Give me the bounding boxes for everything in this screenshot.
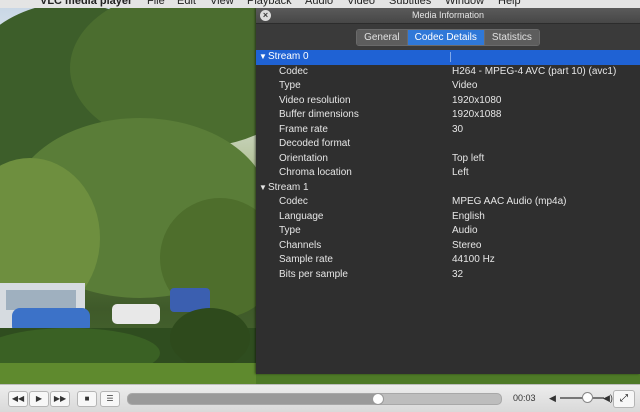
panel-title: Media Information	[411, 10, 485, 20]
disclosure-down-icon[interactable]: ▼	[259, 50, 267, 65]
disclosure-down-icon[interactable]: ▼	[259, 181, 267, 196]
tab-statistics[interactable]: Statistics	[484, 29, 539, 45]
playlist-icon[interactable]: ☰	[100, 391, 120, 407]
menu-help[interactable]: Help	[498, 0, 521, 8]
field-value: 1920x1088	[452, 109, 502, 120]
table-row[interactable]: Frame rate 30	[256, 123, 640, 138]
field-key: Codec	[279, 196, 308, 207]
menu-bar: VLC media player File Edit View Playback…	[0, 0, 640, 8]
media-information-panel: × Media Information General Codec Detail…	[256, 8, 640, 374]
playback-controls: ◀◀ ▶ ▶▶ ■ ☰ 00:03 ◀ ◀) ⤢	[0, 384, 640, 412]
field-value: MPEG AAC Audio (mp4a)	[452, 196, 567, 207]
menu-audio[interactable]: Audio	[305, 0, 333, 8]
stream-label: Stream 0	[268, 51, 309, 62]
volume-high-icon[interactable]: ◀)	[603, 393, 613, 404]
field-value: Stereo	[452, 239, 482, 251]
field-value: 1920x1080	[452, 94, 502, 106]
table-row[interactable]: Sample rate 44100 Hz	[256, 253, 640, 268]
field-value: Left	[452, 167, 469, 178]
field-value: 32	[452, 268, 464, 280]
stream-label: Stream 1	[268, 181, 309, 193]
tab-general[interactable]: General	[357, 29, 408, 45]
menu-edit[interactable]: Edit	[177, 0, 196, 8]
elapsed-time: 00:03	[513, 393, 536, 403]
stop-icon[interactable]: ■	[77, 391, 97, 407]
panel-titlebar[interactable]: × Media Information	[256, 8, 640, 24]
table-row[interactable]: Language English	[256, 210, 640, 225]
seek-progress	[128, 394, 378, 404]
table-row[interactable]: Type Video	[256, 79, 640, 94]
table-row[interactable]: Codec MPEG AAC Audio (mp4a)	[256, 195, 640, 210]
menu-subtitles[interactable]: Subtitles	[389, 0, 431, 8]
table-row[interactable]: Buffer dimensions 1920x1088	[256, 108, 640, 123]
field-key: Chroma location	[279, 167, 352, 178]
menu-file[interactable]: File	[147, 0, 165, 8]
field-key: Sample rate	[279, 254, 333, 265]
table-row[interactable]: Decoded format	[256, 137, 640, 152]
field-key: Channels	[279, 239, 322, 251]
table-row[interactable]: Video resolution 1920x1080	[256, 94, 640, 109]
stream-0-row[interactable]: ▼ Stream 0	[256, 50, 640, 65]
field-value: English	[452, 210, 485, 222]
volume-low-icon[interactable]: ◀	[549, 393, 556, 404]
tab-group: General Codec Details Statistics	[356, 28, 540, 46]
table-row[interactable]: Bits per sample 32	[256, 268, 640, 283]
rewind-icon[interactable]: ◀◀	[8, 391, 28, 407]
field-value: Audio	[452, 225, 478, 236]
field-value: Video	[452, 80, 478, 91]
field-value: 44100 Hz	[452, 254, 495, 265]
field-key: Orientation	[279, 152, 328, 164]
menu-playback[interactable]: Playback	[247, 0, 292, 8]
field-key: Video resolution	[279, 94, 351, 106]
stream-1-row[interactable]: ▼ Stream 1	[256, 181, 640, 196]
fast-forward-icon[interactable]: ▶▶	[50, 391, 70, 407]
tab-codec-details[interactable]: Codec Details	[407, 29, 485, 45]
field-key: Bits per sample	[279, 268, 348, 280]
menu-view[interactable]: View	[210, 0, 234, 8]
field-key: Frame rate	[279, 123, 328, 135]
table-row[interactable]: Type Audio	[256, 224, 640, 239]
menu-video[interactable]: Video	[347, 0, 375, 8]
field-key: Buffer dimensions	[279, 109, 359, 120]
field-value: Top left	[452, 152, 485, 164]
column-divider	[450, 52, 451, 62]
field-value: 30	[452, 123, 464, 135]
table-row[interactable]: Orientation Top left	[256, 152, 640, 167]
field-value: H264 - MPEG-4 AVC (part 10) (avc1)	[452, 65, 617, 77]
table-row[interactable]: Chroma location Left	[256, 166, 640, 181]
fullscreen-icon[interactable]: ⤢	[613, 390, 635, 408]
seek-handle[interactable]	[371, 393, 384, 405]
table-row[interactable]: Codec H264 - MPEG-4 AVC (part 10) (avc1)	[256, 65, 640, 80]
field-key: Language	[279, 210, 324, 222]
tab-bar: General Codec Details Statistics	[256, 24, 640, 50]
seek-bar[interactable]	[127, 393, 502, 405]
field-key: Type	[279, 80, 301, 91]
menu-window[interactable]: Window	[445, 0, 484, 8]
menu-app-name[interactable]: VLC media player	[40, 0, 132, 8]
volume-handle[interactable]	[582, 392, 594, 403]
play-icon[interactable]: ▶	[29, 391, 49, 407]
field-key: Type	[279, 225, 301, 236]
codec-tree: ▼ Stream 0 Codec H264 - MPEG-4 AVC (part …	[256, 50, 640, 374]
field-key: Decoded format	[279, 138, 351, 149]
table-row[interactable]: Channels Stereo	[256, 239, 640, 254]
field-key: Codec	[279, 65, 308, 77]
